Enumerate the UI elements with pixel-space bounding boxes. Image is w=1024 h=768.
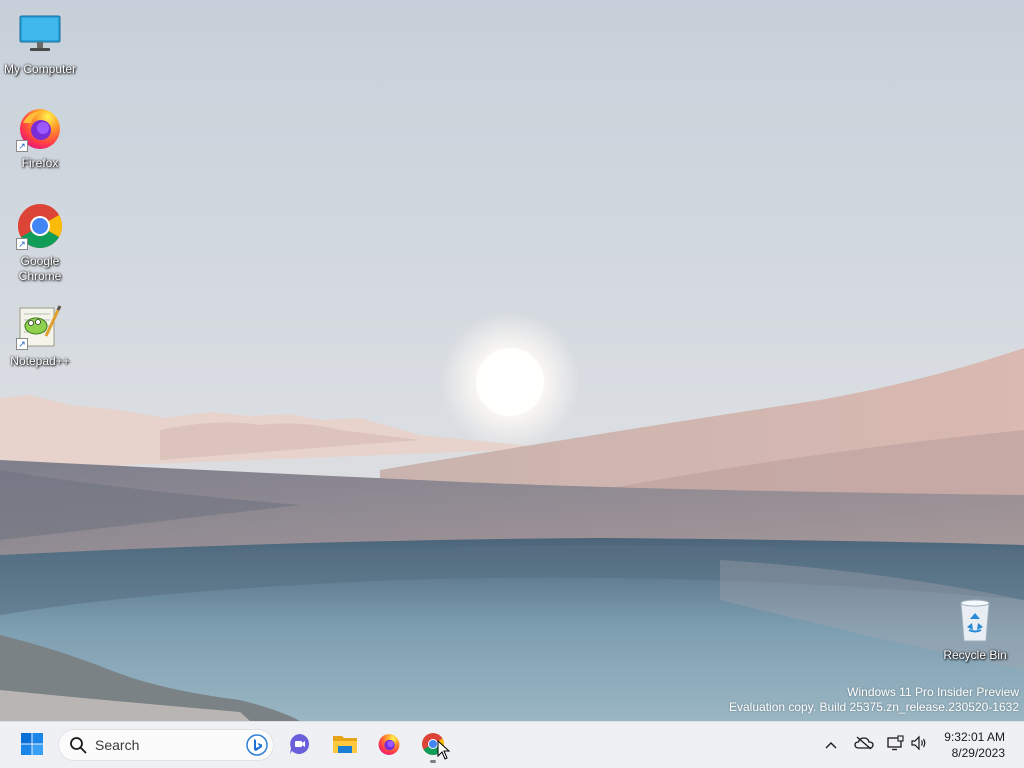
tray-overflow-chevron[interactable] (820, 732, 842, 758)
shortcut-arrow-icon: ↗ (16, 238, 28, 250)
desktop-icon-label: Google Chrome (18, 254, 62, 283)
tray-onedrive[interactable] (852, 732, 876, 758)
taskbar-meet-button[interactable] (284, 727, 316, 765)
firefox-icon: ↗ (16, 104, 64, 152)
clock-time: 9:32:01 AM (944, 730, 1005, 744)
evaluation-watermark: Windows 11 Pro Insider Preview Evaluatio… (729, 685, 1019, 715)
volume-icon (910, 735, 928, 756)
tray-volume[interactable] (908, 732, 930, 758)
desktop-icon-notepad-plus-plus[interactable]: ↗ Notepad++ (0, 302, 80, 369)
shortcut-arrow-icon: ↗ (16, 338, 28, 350)
desktop-icon-firefox[interactable]: ↗ Firefox (0, 104, 80, 171)
bing-icon[interactable] (245, 733, 269, 757)
start-button[interactable] (12, 727, 52, 765)
onedrive-offline-icon (854, 736, 874, 755)
recycle-bin-icon (951, 596, 999, 644)
desktop-icon-label: Notepad++ (10, 354, 70, 368)
desktop-wallpaper[interactable] (0, 0, 1024, 721)
desktop-icon-google-chrome[interactable]: ↗ Google Chrome (0, 202, 80, 284)
running-indicator (430, 760, 436, 763)
taskbar-search-box[interactable]: Search (58, 729, 274, 761)
shortcut-arrow-icon: ↗ (16, 140, 28, 152)
tray-network[interactable] (884, 732, 906, 758)
desktop-icon-label: Recycle Bin (943, 648, 1007, 662)
taskbar-clock[interactable]: 9:32:01 AM 8/29/2023 (944, 729, 1005, 761)
search-icon (69, 736, 87, 754)
search-placeholder: Search (95, 737, 140, 753)
desktop-icon-recycle-bin[interactable]: Recycle Bin (935, 596, 1015, 663)
monitor-icon (16, 10, 64, 58)
meet-icon (288, 732, 312, 761)
taskbar: Search 9:32:01 AM 8/29/2023 (0, 721, 1024, 768)
desktop-icon-my-computer[interactable]: My Computer (0, 10, 80, 77)
clock-date: 8/29/2023 (951, 746, 1005, 760)
watermark-edition: Windows 11 Pro Insider Preview (847, 685, 1019, 699)
mouse-cursor-icon (437, 739, 451, 765)
firefox-icon (377, 732, 401, 761)
desktop-icon-label: Firefox (21, 156, 59, 170)
start-icon (20, 732, 44, 761)
notepadpp-icon: ↗ (16, 302, 64, 350)
file-explorer-icon (332, 733, 358, 760)
network-icon (886, 734, 904, 756)
chevron-up-icon (825, 736, 837, 754)
taskbar-firefox-button[interactable] (372, 727, 406, 765)
desktop-icon-label: My Computer (3, 62, 77, 76)
taskbar-file-explorer-button[interactable] (328, 727, 362, 765)
chrome-icon: ↗ (16, 202, 64, 250)
watermark-build: Evaluation copy. Build 25375.zn_release.… (729, 700, 1019, 714)
